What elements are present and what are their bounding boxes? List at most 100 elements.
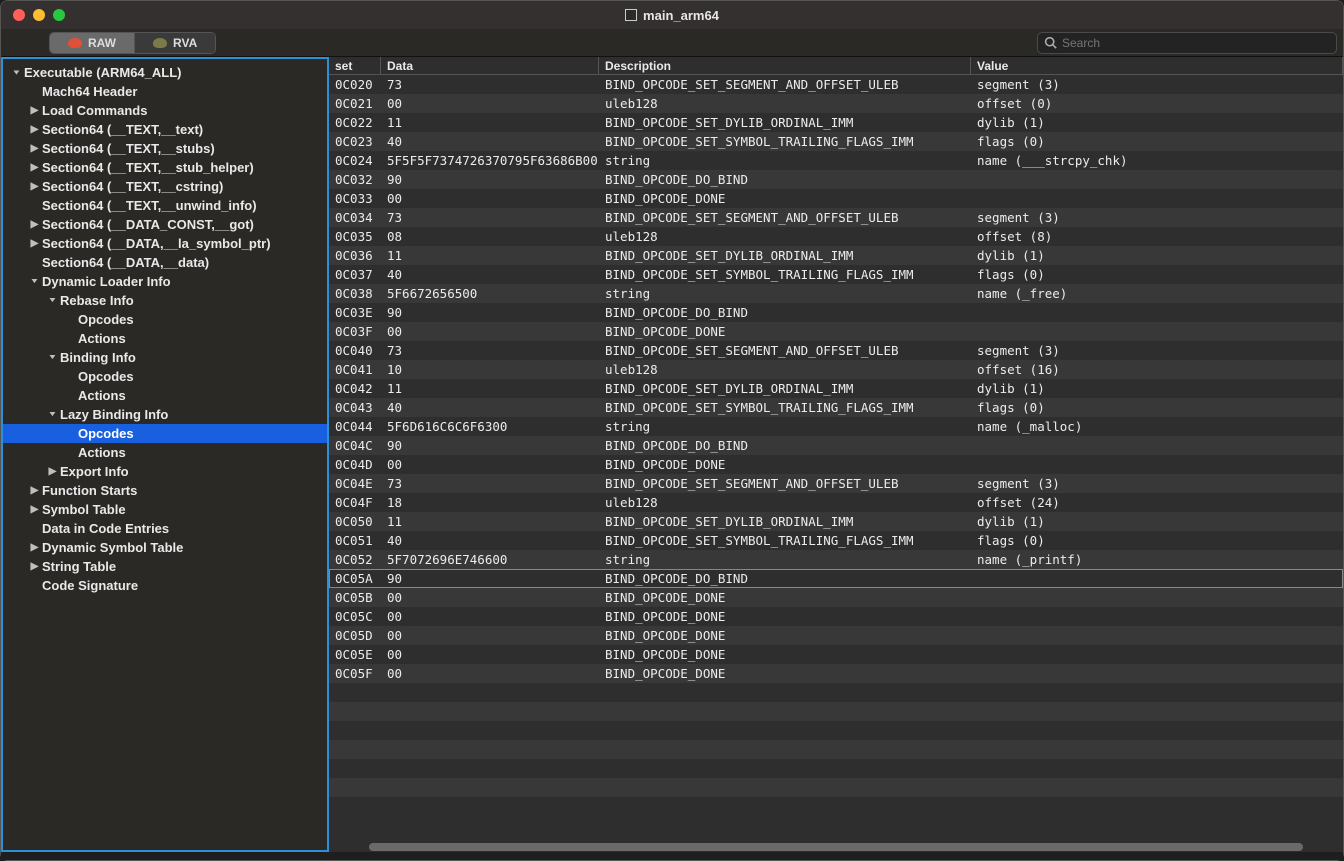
table-row[interactable]: 0C02340BIND_OPCODE_SET_SYMBOL_TRAILING_F… — [329, 132, 1343, 151]
window-title: main_arm64 — [643, 8, 719, 23]
cell-data: 5F5F5F7374726370795F63686B00 — [381, 153, 599, 168]
table-row[interactable]: 0C03300BIND_OPCODE_DONE — [329, 189, 1343, 208]
tree-item[interactable]: Mach64 Header — [3, 82, 327, 101]
column-description[interactable]: Description — [599, 57, 971, 74]
table-row[interactable]: 0C05C00BIND_OPCODE_DONE — [329, 607, 1343, 626]
table-row[interactable]: 0C0445F6D616C6C6F6300stringname (_malloc… — [329, 417, 1343, 436]
cell-desc: BIND_OPCODE_DO_BIND — [599, 305, 971, 320]
search-icon — [1044, 36, 1057, 49]
tree-item[interactable]: Opcodes — [3, 310, 327, 329]
cell-desc: string — [599, 419, 971, 434]
table-row[interactable]: 0C03F00BIND_OPCODE_DONE — [329, 322, 1343, 341]
minimize-icon[interactable] — [33, 9, 45, 21]
table-row[interactable]: 0C05011BIND_OPCODE_SET_DYLIB_ORDINAL_IMM… — [329, 512, 1343, 531]
table-row[interactable]: 0C0385F6672656500stringname (_free) — [329, 284, 1343, 303]
cell-offset: 0C04E — [329, 476, 381, 491]
table-row[interactable]: 0C02073BIND_OPCODE_SET_SEGMENT_AND_OFFSE… — [329, 75, 1343, 94]
tree-item[interactable]: Code Signature — [3, 576, 327, 595]
table-row[interactable]: 0C0245F5F5F7374726370795F63686B00stringn… — [329, 151, 1343, 170]
tree-item[interactable]: ▶Section64 (__TEXT,__stubs) — [3, 139, 327, 158]
table-row[interactable]: 0C03508uleb128offset (8) — [329, 227, 1343, 246]
table-row[interactable]: 0C03740BIND_OPCODE_SET_SYMBOL_TRAILING_F… — [329, 265, 1343, 284]
tree-item-label: Data in Code Entries — [42, 521, 169, 536]
tree-item[interactable]: Actions — [3, 329, 327, 348]
raw-button[interactable]: RAW — [50, 33, 134, 53]
cell-data: 00 — [381, 609, 599, 624]
column-data[interactable]: Data — [381, 57, 599, 74]
cell-data: 00 — [381, 324, 599, 339]
tree-item[interactable]: Opcodes — [3, 424, 327, 443]
table-row[interactable]: 0C0525F7072696E746600stringname (_printf… — [329, 550, 1343, 569]
table-row[interactable]: 0C04073BIND_OPCODE_SET_SEGMENT_AND_OFFSE… — [329, 341, 1343, 360]
cell-value: name (_malloc) — [971, 419, 1343, 434]
tree-item[interactable]: ▼Binding Info — [3, 348, 327, 367]
tree-item[interactable]: ▶Section64 (__TEXT,__text) — [3, 120, 327, 139]
sidebar-tree[interactable]: ▼Executable (ARM64_ALL)Mach64 Header▶Loa… — [1, 57, 329, 852]
table-row[interactable]: 0C04D00BIND_OPCODE_DONE — [329, 455, 1343, 474]
tree-item[interactable]: Actions — [3, 386, 327, 405]
tree-item[interactable]: ▶String Table — [3, 557, 327, 576]
scrollbar-thumb[interactable] — [369, 843, 1303, 851]
cell-offset: 0C024 — [329, 153, 381, 168]
tree-item[interactable]: ▶Section64 (__DATA_CONST,__got) — [3, 215, 327, 234]
table-row[interactable]: 0C03290BIND_OPCODE_DO_BIND — [329, 170, 1343, 189]
table-row[interactable]: 0C05B00BIND_OPCODE_DONE — [329, 588, 1343, 607]
column-value[interactable]: Value — [971, 57, 1343, 74]
tree-item[interactable]: Actions — [3, 443, 327, 462]
tree-item[interactable]: ▼Lazy Binding Info — [3, 405, 327, 424]
tree-item[interactable]: ▶Section64 (__DATA,__la_symbol_ptr) — [3, 234, 327, 253]
search-field[interactable] — [1037, 32, 1337, 54]
tree-item[interactable]: ▶Symbol Table — [3, 500, 327, 519]
tree-item[interactable]: ▶Dynamic Symbol Table — [3, 538, 327, 557]
cell-value: flags (0) — [971, 134, 1343, 149]
table-row[interactable]: 0C05140BIND_OPCODE_SET_SYMBOL_TRAILING_F… — [329, 531, 1343, 550]
tree-item[interactable]: Section64 (__DATA,__data) — [3, 253, 327, 272]
table-row[interactable]: 0C05D00BIND_OPCODE_DONE — [329, 626, 1343, 645]
tree-item[interactable]: ▶Section64 (__TEXT,__stub_helper) — [3, 158, 327, 177]
zoom-icon[interactable] — [53, 9, 65, 21]
cell-data: 40 — [381, 267, 599, 282]
cell-value: dylib (1) — [971, 514, 1343, 529]
tree-item[interactable]: Opcodes — [3, 367, 327, 386]
column-offset[interactable]: set — [329, 57, 381, 74]
table-row[interactable]: 0C02100uleb128offset (0) — [329, 94, 1343, 113]
tree-item[interactable]: ▼Rebase Info — [3, 291, 327, 310]
chevron-right-icon: ▶ — [29, 561, 40, 572]
table-body[interactable]: 0C02073BIND_OPCODE_SET_SEGMENT_AND_OFFSE… — [329, 75, 1343, 842]
tree-item[interactable]: ▶Function Starts — [3, 481, 327, 500]
chevron-right-icon: ▶ — [29, 124, 40, 135]
table-row[interactable]: 0C04110uleb128offset (16) — [329, 360, 1343, 379]
rva-button[interactable]: RVA — [134, 33, 215, 53]
table-row[interactable]: 0C03611BIND_OPCODE_SET_DYLIB_ORDINAL_IMM… — [329, 246, 1343, 265]
cell-offset: 0C044 — [329, 419, 381, 434]
table-row[interactable]: 0C05F00BIND_OPCODE_DONE — [329, 664, 1343, 683]
search-input[interactable] — [1062, 36, 1330, 50]
table-row[interactable]: 0C04E73BIND_OPCODE_SET_SEGMENT_AND_OFFSE… — [329, 474, 1343, 493]
cell-offset: 0C037 — [329, 267, 381, 282]
tree-item[interactable]: Data in Code Entries — [3, 519, 327, 538]
tree-item[interactable]: Section64 (__TEXT,__unwind_info) — [3, 196, 327, 215]
table-row[interactable]: 0C04340BIND_OPCODE_SET_SYMBOL_TRAILING_F… — [329, 398, 1343, 417]
tree-item[interactable]: ▼Dynamic Loader Info — [3, 272, 327, 291]
document-icon — [625, 9, 637, 21]
tree-item[interactable]: ▶Load Commands — [3, 101, 327, 120]
close-icon[interactable] — [13, 9, 25, 21]
table-row-empty — [329, 740, 1343, 759]
table-row[interactable]: 0C02211BIND_OPCODE_SET_DYLIB_ORDINAL_IMM… — [329, 113, 1343, 132]
tree-item[interactable]: ▼Executable (ARM64_ALL) — [3, 63, 327, 82]
cell-value: dylib (1) — [971, 115, 1343, 130]
table-row[interactable]: 0C04F18uleb128offset (24) — [329, 493, 1343, 512]
tree-item-label: Opcodes — [78, 369, 134, 384]
table-row[interactable]: 0C05A90BIND_OPCODE_DO_BIND — [329, 569, 1343, 588]
table-row[interactable]: 0C03473BIND_OPCODE_SET_SEGMENT_AND_OFFSE… — [329, 208, 1343, 227]
table-row[interactable]: 0C04C90BIND_OPCODE_DO_BIND — [329, 436, 1343, 455]
tree-item[interactable]: ▶Export Info — [3, 462, 327, 481]
tree-item[interactable]: ▶Section64 (__TEXT,__cstring) — [3, 177, 327, 196]
table-row[interactable]: 0C04211BIND_OPCODE_SET_DYLIB_ORDINAL_IMM… — [329, 379, 1343, 398]
cell-data: 90 — [381, 305, 599, 320]
table-row[interactable]: 0C05E00BIND_OPCODE_DONE — [329, 645, 1343, 664]
tree-item-label: Symbol Table — [42, 502, 126, 517]
cell-offset: 0C032 — [329, 172, 381, 187]
table-row[interactable]: 0C03E90BIND_OPCODE_DO_BIND — [329, 303, 1343, 322]
horizontal-scrollbar[interactable] — [329, 842, 1343, 852]
